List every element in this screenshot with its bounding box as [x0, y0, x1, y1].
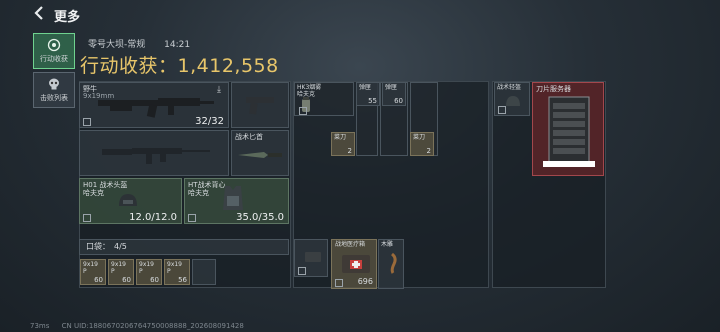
- item-count: 60: [150, 276, 159, 284]
- item-name: 菜刀: [334, 134, 347, 141]
- magazine-item[interactable]: 弹匣 60: [382, 82, 406, 106]
- loot-total: 行动收获：1,412,558: [80, 51, 279, 78]
- vest-icon: [223, 186, 243, 210]
- safe-item[interactable]: 战术轻盔: [494, 82, 530, 116]
- match-info: 零号大坝-常规 14:21: [88, 37, 206, 50]
- pocket-label: 口袋：: [86, 242, 110, 251]
- knife-icon: [238, 152, 282, 158]
- item-name: 战术轻盔: [497, 84, 522, 91]
- match-time: 14:21: [164, 40, 191, 50]
- pistol-icon: [246, 97, 274, 115]
- pocket-item[interactable]: 9x19 P 56: [164, 259, 190, 285]
- map-name: 零号大坝-常规: [88, 40, 146, 50]
- item-sub: P: [111, 268, 115, 275]
- item-name: 弹匣: [385, 84, 398, 91]
- item-sub: P: [167, 268, 171, 275]
- armor-durability: 35.0/35.0: [236, 212, 284, 223]
- primary-weapon-slot[interactable]: 野牛 9x19mm ⤓ 32/32: [79, 82, 229, 128]
- total-label: 行动收获：: [80, 55, 178, 77]
- armor-slot[interactable]: HT战术背心 哈夫克 35.0/35.0: [184, 178, 289, 224]
- melee-name: 战术匕首: [235, 133, 263, 141]
- helmet-icon: [506, 96, 520, 106]
- item-name: 弹匣: [359, 84, 372, 91]
- rig-slot[interactable]: HK3烟雾 哈夫克: [294, 82, 354, 116]
- helmet-durability: 12.0/12.0: [129, 212, 177, 223]
- skull-icon: [49, 78, 59, 90]
- pocket-header: 口袋： 4/5: [79, 239, 289, 255]
- helmet-slot[interactable]: H01 战术头盔 哈夫克 12.0/12.0: [79, 178, 182, 224]
- item-tag: 哈夫克: [297, 91, 316, 98]
- item-name: 战地医疗箱: [335, 241, 366, 248]
- cleaver-item[interactable]: 菜刀 2: [410, 132, 434, 156]
- item-count: 55: [368, 97, 377, 105]
- item-count: 2: [426, 147, 431, 155]
- target-icon: [47, 38, 61, 52]
- item-count: 60: [94, 276, 103, 284]
- pocket-item[interactable]: 9x19 P 60: [136, 259, 162, 285]
- backpack-item[interactable]: [294, 239, 328, 277]
- medkit-icon: [342, 255, 370, 273]
- expand-icon: [298, 267, 306, 275]
- server-blade-item[interactable]: 刀片服务器: [532, 82, 604, 176]
- helmet-name: H01 战术头盔: [83, 181, 128, 189]
- back-arrow-icon[interactable]: [33, 6, 47, 22]
- uid-text: CN UID:1880670206764750008888_2026080914…: [61, 322, 244, 330]
- tab-kill-list[interactable]: 击败列表: [33, 72, 75, 108]
- item-count: 60: [394, 97, 403, 105]
- melee-slot[interactable]: 战术匕首: [231, 130, 289, 176]
- top-bar: 更多: [0, 0, 720, 30]
- item-name: 菜刀: [413, 134, 426, 141]
- armor-tag: 哈夫克: [188, 189, 209, 197]
- tab-action-loot[interactable]: 行动收获: [33, 33, 75, 69]
- item-name: 木雕: [381, 241, 394, 248]
- expand-icon: [83, 214, 91, 222]
- carving-icon: [390, 252, 397, 274]
- expand-icon: [83, 118, 91, 126]
- status-bar: 73ms CN UID:1880670206764750008888_20260…: [30, 322, 244, 330]
- backpack-item[interactable]: 木雕: [378, 239, 404, 289]
- item-count: 60: [122, 276, 131, 284]
- page-title: 更多: [54, 10, 81, 25]
- tab-label: 击败列表: [40, 94, 68, 102]
- download-icon: ⤓: [217, 85, 221, 95]
- secondary-rifle-slot[interactable]: [79, 130, 229, 176]
- backpack-item[interactable]: 战地医疗箱 696: [331, 239, 377, 289]
- pocket-empty-slot[interactable]: [192, 259, 216, 285]
- pocket-item[interactable]: 9x19 P 60: [80, 259, 106, 285]
- helmet-tag: 哈夫克: [83, 189, 104, 197]
- item-name: 刀片服务器: [536, 85, 571, 93]
- server-rack-icon: [543, 96, 595, 167]
- pocket-item[interactable]: 9x19 P 60: [108, 259, 134, 285]
- item-count: 2: [347, 147, 352, 155]
- tab-label: 行动收获: [40, 55, 68, 63]
- magazine-item[interactable]: 弹匣 55: [356, 82, 380, 106]
- secondary-weapon-slot[interactable]: [231, 82, 289, 128]
- expand-icon: [498, 106, 506, 114]
- ammo-count: 32/32: [195, 116, 224, 127]
- rifle-silhouette-icon: [102, 148, 210, 164]
- armor-name: HT战术背心: [188, 181, 226, 189]
- item-sub: P: [83, 268, 87, 275]
- item-count: 56: [178, 276, 187, 284]
- pocket-value: 4/5: [114, 242, 127, 251]
- item-sub: P: [139, 268, 143, 275]
- cleaver-item[interactable]: 菜刀 2: [331, 132, 355, 156]
- ping-value: 73ms: [30, 322, 50, 330]
- helmet-icon: [119, 194, 137, 206]
- expand-icon: [335, 279, 343, 287]
- expand-icon: [299, 107, 307, 115]
- device-icon: [305, 252, 321, 262]
- item-count: 696: [357, 277, 373, 286]
- total-value: 1,412,558: [177, 55, 279, 77]
- expand-icon: [188, 214, 196, 222]
